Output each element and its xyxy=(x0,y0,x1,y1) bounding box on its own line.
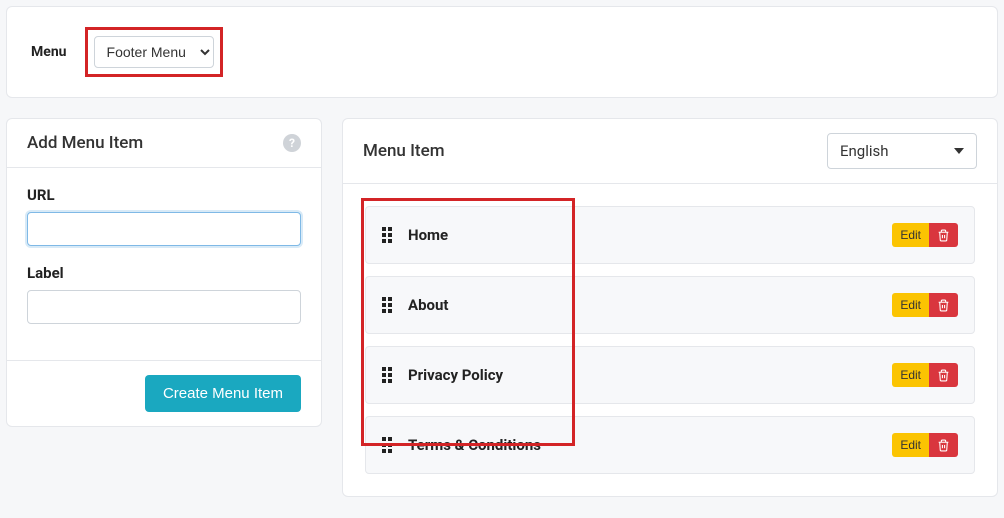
trash-icon xyxy=(937,299,950,312)
label-input[interactable] xyxy=(27,290,301,324)
content-row: Add Menu Item ? URL Label Create Menu It… xyxy=(6,118,998,497)
delete-button[interactable] xyxy=(929,433,958,457)
menu-select-bar: Menu Footer Menu xyxy=(6,6,998,98)
menu-item-name: Home xyxy=(408,226,448,244)
add-menu-item-panel: Add Menu Item ? URL Label Create Menu It… xyxy=(6,118,322,427)
menu-label: Menu xyxy=(31,44,67,60)
menu-item-row[interactable]: Terms & Conditions Edit xyxy=(365,416,975,474)
language-selected-value: English xyxy=(840,142,889,160)
trash-icon xyxy=(937,439,950,452)
edit-button[interactable]: Edit xyxy=(892,293,929,317)
language-select[interactable]: English xyxy=(827,133,977,169)
add-panel-header: Add Menu Item ? xyxy=(7,119,321,168)
menu-item-row[interactable]: Privacy Policy Edit xyxy=(365,346,975,404)
chevron-down-icon xyxy=(954,148,964,154)
label-label: Label xyxy=(27,264,301,282)
edit-button[interactable]: Edit xyxy=(892,223,929,247)
drag-handle-icon[interactable] xyxy=(382,297,394,313)
menu-item-name: About xyxy=(408,296,448,314)
help-icon[interactable]: ? xyxy=(283,134,301,152)
edit-button[interactable]: Edit xyxy=(892,363,929,387)
trash-icon xyxy=(937,229,950,242)
menu-select[interactable]: Footer Menu xyxy=(94,36,214,68)
menu-item-row[interactable]: Home Edit xyxy=(365,206,975,264)
drag-handle-icon[interactable] xyxy=(382,367,394,383)
drag-handle-icon[interactable] xyxy=(382,437,394,453)
url-label: URL xyxy=(27,186,301,204)
menu-item-row[interactable]: About Edit xyxy=(365,276,975,334)
list-panel-title: Menu Item xyxy=(363,141,445,161)
create-menu-item-button[interactable]: Create Menu Item xyxy=(145,375,301,412)
delete-button[interactable] xyxy=(929,363,958,387)
url-input[interactable] xyxy=(27,212,301,246)
drag-handle-icon[interactable] xyxy=(382,227,394,243)
edit-button[interactable]: Edit xyxy=(892,433,929,457)
trash-icon xyxy=(937,369,950,382)
menu-item-name: Privacy Policy xyxy=(408,366,503,384)
menu-item-name: Terms & Conditions xyxy=(408,436,541,454)
delete-button[interactable] xyxy=(929,223,958,247)
list-panel-header: Menu Item English xyxy=(343,119,997,184)
menu-item-list-panel: Menu Item English Home Edit xyxy=(342,118,998,497)
delete-button[interactable] xyxy=(929,293,958,317)
add-panel-title: Add Menu Item xyxy=(27,133,143,153)
menu-select-highlight: Footer Menu xyxy=(85,27,223,77)
